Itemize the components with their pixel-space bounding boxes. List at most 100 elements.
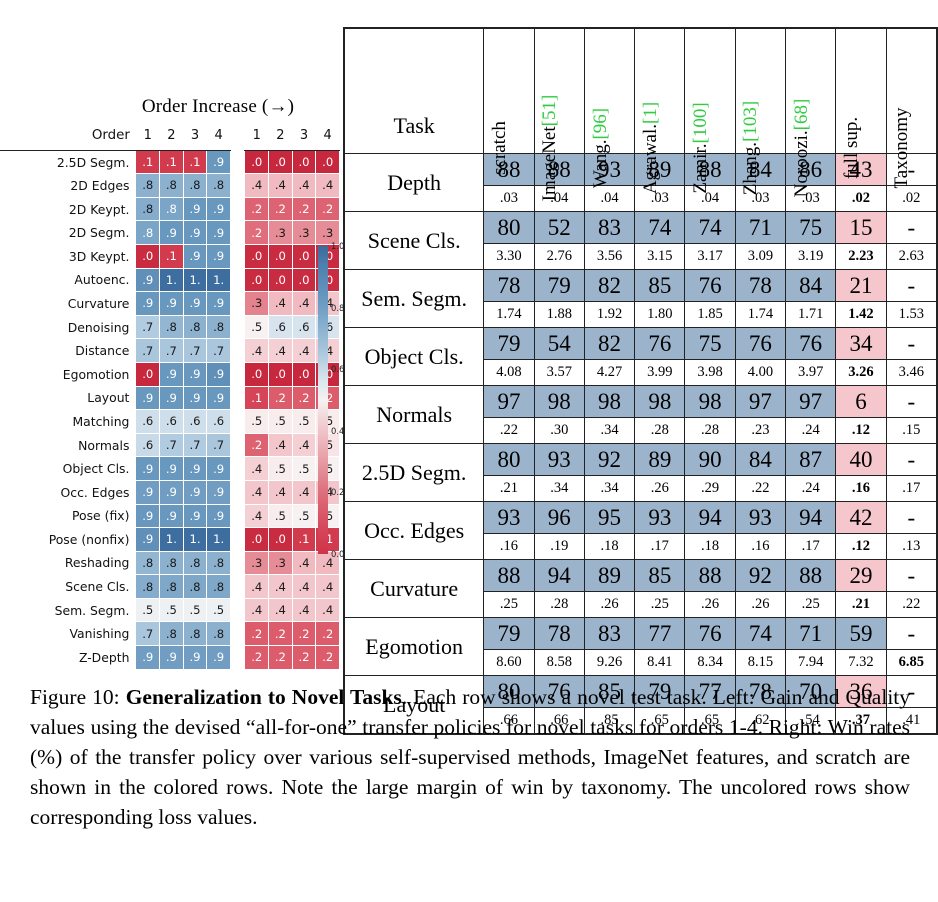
heatmap-panel: Order Increase (→) Order 1 2 3 4 1 2 3 4 2.5D Seg… <box>0 88 344 670</box>
heatmap-cell-gain: .9 <box>182 385 208 411</box>
heatmap-cell-gain: .8 <box>159 621 184 647</box>
heatmap-cell-gain: .8 <box>206 173 231 198</box>
heatmap-cell-quality: .1 <box>244 385 270 411</box>
result-table-row-win: Object Cls. 79 54 82 76 75 76 76 34- <box>343 327 938 386</box>
result-table-win-cell: 76 <box>734 327 787 360</box>
result-table-loss-cell: 2.63 <box>885 243 938 270</box>
heatmap-cell-quality: .3 <box>291 220 317 245</box>
heatmap-cell-quality: .4 <box>244 338 270 363</box>
column-header-name: full sup. <box>840 116 862 180</box>
heatmap-cell-gain: .8 <box>135 173 161 198</box>
heatmap-cell-gain: .6 <box>182 409 208 434</box>
result-table-loss-cell: 1.42 <box>835 301 887 328</box>
column-header-citation: [103] <box>740 100 762 142</box>
heatmap-cell-gain: .1 <box>159 149 184 175</box>
result-table-loss-cell: .30 <box>533 417 585 444</box>
result-table-win-cell: 92 <box>583 443 636 476</box>
heatmap-row-label: 2.5D Segm. <box>56 154 130 170</box>
heatmap-cell-gain: .0 <box>135 361 161 387</box>
heatmap-cell-gain: .9 <box>135 479 161 505</box>
heatmap-row: Pose (nonfix).91.1.1..0.0.1.1 <box>0 527 340 552</box>
result-table-loss-cell: .17 <box>785 533 837 560</box>
column-header-citation: [68] <box>790 98 812 131</box>
heatmap-row-label: Autoenc. <box>74 272 130 288</box>
result-table-win-cell: 88 <box>684 559 736 592</box>
result-table-row-win: Sem. Segm. 78 79 82 85 76 78 84 21- <box>343 269 938 328</box>
heatmap-cell-gain: 1. <box>206 267 231 293</box>
heatmap-cell-quality: .4 <box>244 503 270 529</box>
heatmap-cell-quality: .4 <box>315 597 340 623</box>
heatmap-cell-quality: .4 <box>244 456 270 481</box>
result-table-loss-cell: .34 <box>583 417 636 444</box>
heatmap-cell-quality: .0 <box>244 361 270 387</box>
heatmap-cell-gain: .5 <box>206 597 231 623</box>
result-table-task-name: Curvature <box>343 559 485 618</box>
heatmap-table: Order 1 2 3 4 1 2 3 4 2.5D Segm. .1.1.1.9.0.0.0.0 2… <box>0 124 340 670</box>
heatmap-cell-gain: .1 <box>135 149 161 175</box>
result-table-loss-cell: .22 <box>885 591 938 618</box>
heatmap-cell-gain: .8 <box>159 550 184 576</box>
heatmap-cell-gain: .9 <box>159 220 184 245</box>
result-table-loss-cell: .28 <box>634 417 686 444</box>
result-table-loss-cell: 1.71 <box>785 301 837 328</box>
result-table-win-cell: 15 <box>835 211 887 244</box>
heatmap-cell-gain: .9 <box>206 456 231 481</box>
heatmap-cell-quality: .2 <box>244 645 270 670</box>
result-table-loss-cell: 1.74 <box>483 301 535 328</box>
heatmap-cell-gain: .9 <box>135 385 161 411</box>
heatmap-cell-quality: .5 <box>268 456 293 481</box>
heatmap-cell-quality: .2 <box>315 645 340 670</box>
result-table-column-header-agrawal: Agrawal.[1] <box>634 27 686 194</box>
column-header-label: ImageNet[51] <box>539 95 560 202</box>
heatmap-cell-quality: .4 <box>291 173 317 198</box>
heatmap-cell-gain: .5 <box>182 597 208 623</box>
heatmap-cell-gain: .9 <box>182 645 208 670</box>
heatmap-row-label: Vanishing <box>69 626 130 642</box>
result-table-win-cell: 76 <box>634 327 686 360</box>
heatmap-cell-gain: 1. <box>159 267 184 293</box>
heatmap-cell-gain: .9 <box>159 361 184 387</box>
heatmap-cell-quality: .4 <box>268 574 293 599</box>
heatmap-cell-quality: .4 <box>244 574 270 599</box>
heatmap-group-gap <box>230 386 245 410</box>
heatmap-cell-gain: .9 <box>159 479 184 505</box>
result-table-win-cell: 74 <box>634 211 686 244</box>
heatmap-row-label: Pose (nonfix) <box>48 531 130 547</box>
heatmap-group-gap <box>230 173 245 198</box>
result-table-loss-cell: .26 <box>634 475 686 502</box>
heatmap-cell-gain: 1. <box>159 527 184 552</box>
result-table-column-header-wang: Wang.[96] <box>583 27 636 188</box>
result-table-win-cell: 83 <box>583 617 636 650</box>
heatmap-cell-quality: .4 <box>244 597 270 623</box>
result-table-loss-cell: .18 <box>684 533 736 560</box>
heatmap-cell-gain: .5 <box>135 597 161 623</box>
column-header-label: Wang.[96] <box>590 108 611 188</box>
heatmap-cell-quality: .4 <box>244 479 270 505</box>
result-table-win-cell: - <box>885 385 938 418</box>
result-table-loss-cell: 7.94 <box>785 649 837 676</box>
heatmap-row: Denoising.7.8.8.8.5.6.6.6 <box>0 314 340 340</box>
heatmap-cell-quality: .5 <box>291 409 317 434</box>
result-table-win-cell: 34 <box>835 327 887 360</box>
result-table-task-name: Depth <box>343 153 485 212</box>
result-table-loss-cell: 3.26 <box>835 359 887 386</box>
column-header-name: Taxonomy <box>891 107 913 189</box>
heatmap-cell-quality: .2 <box>291 385 317 411</box>
result-table-win-cell: 74 <box>734 617 787 650</box>
column-header-name: Zamir. <box>690 143 712 194</box>
result-table-loss-cell: 2.23 <box>835 243 887 270</box>
heatmap-cell-gain: .8 <box>159 574 184 599</box>
result-table-loss-cell: 6.85 <box>885 649 938 676</box>
column-header-citation: [100] <box>690 102 712 144</box>
heatmap-row-label: Distance <box>75 343 130 359</box>
heatmap-row: Vanishing .7.8.8.8.2.2.2.2 <box>0 621 340 647</box>
result-table-loss-cell: .12 <box>835 417 887 444</box>
heatmap-cell-gain: .8 <box>182 574 208 599</box>
heatmap-cell-gain: .9 <box>135 267 161 293</box>
result-table-win-cell: 75 <box>785 211 837 244</box>
result-table-row-win: Egomotion 79 78 83 77 76 74 71 59- <box>343 617 938 676</box>
result-table-win-cell: 84 <box>734 443 787 476</box>
heatmap-cell-gain: .9 <box>206 645 231 670</box>
heatmap-group-gap <box>230 268 245 292</box>
result-table-loss-cell: 9.26 <box>583 649 636 676</box>
